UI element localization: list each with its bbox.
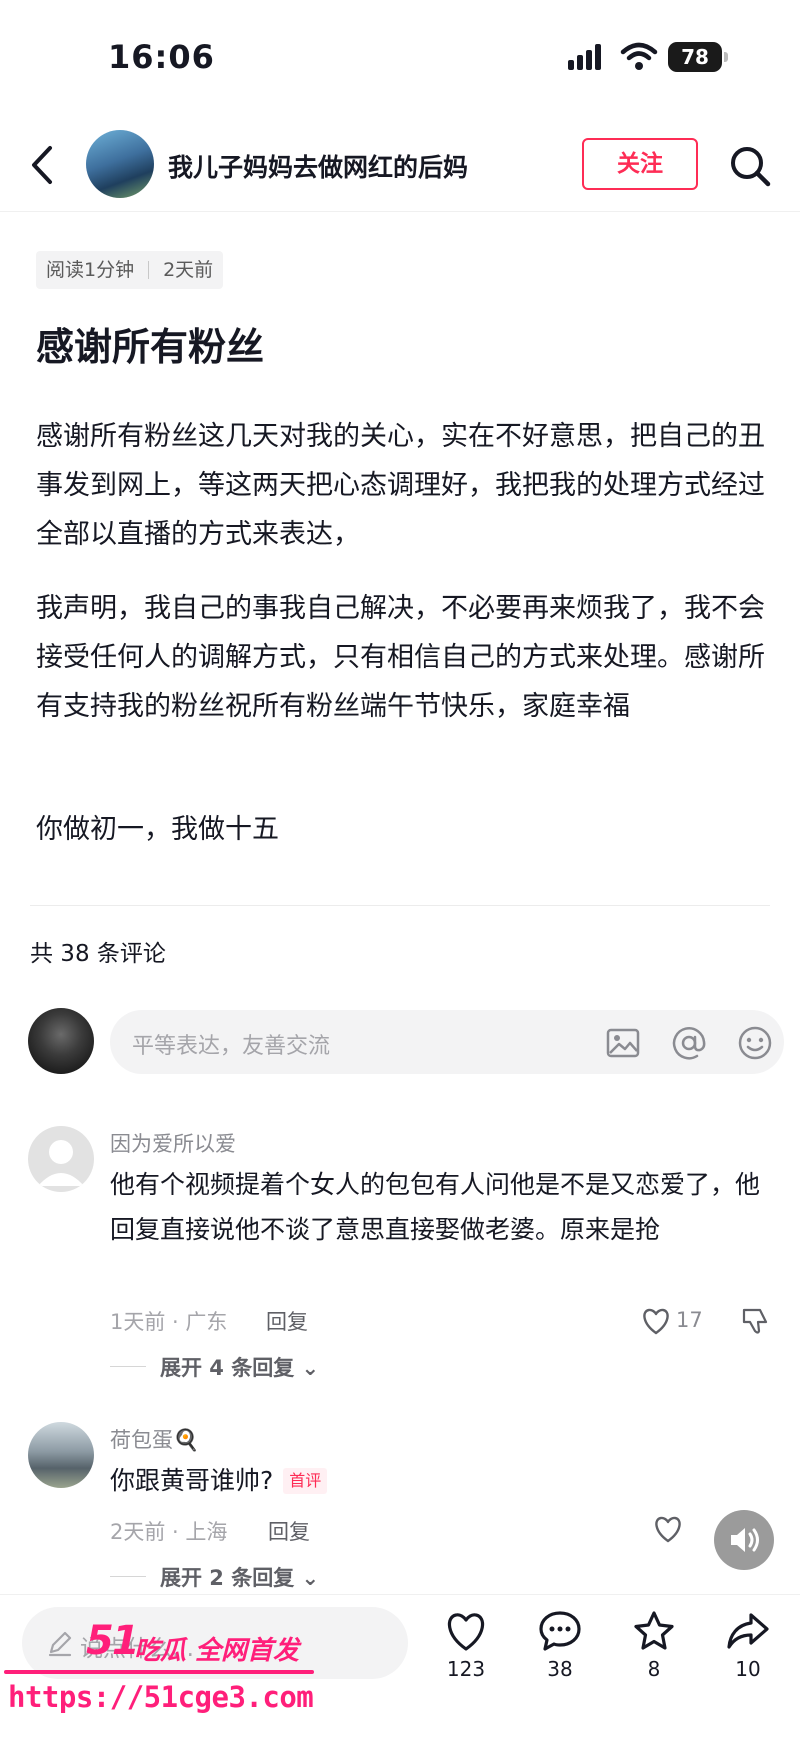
article-meta-badge: 阅读1分钟 2天前 [36, 251, 224, 289]
search-icon[interactable] [728, 144, 772, 188]
status-bar: 16:06 78 [0, 0, 800, 110]
battery-icon: 78 [668, 42, 728, 72]
comment-text: 你跟黄哥谁帅? 首评 [110, 1458, 770, 1503]
comment-text: 他有个视频提着个女人的包包有人问他是不是又恋爱了，他回复直接说他不谈了意思直接娶… [110, 1170, 761, 1244]
commenter-avatar[interactable] [28, 1422, 94, 1488]
comment-count: 共 38 条评论 [30, 941, 166, 967]
article-title: 感谢所有粉丝 [36, 325, 265, 369]
reply-button[interactable]: 回复 [268, 1516, 310, 1546]
comment-meta: 1天前 · 广东 [110, 1310, 228, 1334]
pencil-icon [48, 1631, 72, 1657]
share-arrow-icon [727, 1613, 769, 1649]
commenter-name[interactable]: 荷包蛋🍳 [110, 1424, 199, 1454]
like-button[interactable]: 123 [426, 1609, 506, 1681]
author-name[interactable]: 我儿子妈妈去做网红的后妈 [168, 148, 468, 184]
article-paragraph: 你做初一，我做十五 [36, 814, 279, 845]
default-avatar-icon [38, 1140, 84, 1186]
sound-button[interactable] [714, 1510, 774, 1570]
favorite-button[interactable]: 8 [614, 1609, 694, 1681]
share-count: 10 [735, 1657, 761, 1681]
heart-icon[interactable] [640, 1306, 672, 1336]
bottom-action-bar: 说点什么... 123 38 8 10 [0, 1594, 800, 1739]
mention-icon[interactable] [670, 1024, 708, 1062]
wifi-icon [620, 42, 658, 70]
divider [30, 905, 770, 906]
comment-input-placeholder: 平等表达，友善交流 [132, 1034, 331, 1059]
like-count: 17 [676, 1308, 703, 1332]
bottom-input-placeholder: 说点什么... [80, 1636, 194, 1662]
commenter-name[interactable]: 因为爱所以爱 [110, 1128, 236, 1158]
reply-button[interactable]: 回复 [266, 1306, 308, 1336]
posted-time: 2天前 [163, 259, 214, 281]
article-paragraph: 我声明，我自己的事我自己解决，不必要再来烦我了，我不会接受任何人的调解方式，只有… [36, 593, 765, 722]
commenter-avatar[interactable] [28, 1126, 94, 1192]
comment-bubble-icon [539, 1611, 581, 1651]
favorite-count: 8 [647, 1657, 661, 1681]
comment-button[interactable]: 38 [520, 1609, 600, 1681]
cellular-signal-icon [568, 44, 601, 70]
image-icon[interactable] [604, 1024, 642, 1062]
article-paragraph: 感谢所有粉丝这几天对我的关心，实在不好意思，把自己的丑事发到网上，等这两天把心态… [36, 421, 765, 550]
dislike-icon[interactable] [740, 1306, 770, 1336]
heart-icon [447, 1613, 485, 1651]
expand-replies-button[interactable]: 展开 4 条回复 ⌄ [160, 1352, 319, 1382]
top-nav-bar: 我儿子妈妈去做网红的后妈 关注 [0, 120, 800, 212]
back-arrow-icon[interactable] [26, 142, 62, 188]
follow-button[interactable]: 关注 [582, 138, 698, 190]
speaker-icon [731, 1528, 759, 1552]
star-icon [634, 1611, 674, 1650]
comment-count-bottom: 38 [547, 1657, 573, 1681]
status-time: 16:06 [108, 38, 215, 76]
comment-input[interactable]: 平等表达，友善交流 [110, 1010, 784, 1074]
comment-meta: 2天前 · 上海 [110, 1520, 228, 1544]
read-time: 阅读1分钟 [46, 259, 135, 281]
first-comment-badge: 首评 [283, 1468, 328, 1494]
heart-icon[interactable] [652, 1514, 684, 1544]
author-avatar[interactable] [86, 130, 154, 198]
battery-level: 78 [668, 42, 722, 72]
my-avatar [28, 1008, 94, 1074]
emoji-icon[interactable] [736, 1024, 774, 1062]
like-count: 123 [446, 1657, 486, 1681]
share-button[interactable]: 10 [708, 1609, 788, 1681]
bottom-comment-input[interactable]: 说点什么... [22, 1607, 408, 1679]
expand-replies-button[interactable]: 展开 2 条回复 ⌄ [160, 1562, 319, 1592]
